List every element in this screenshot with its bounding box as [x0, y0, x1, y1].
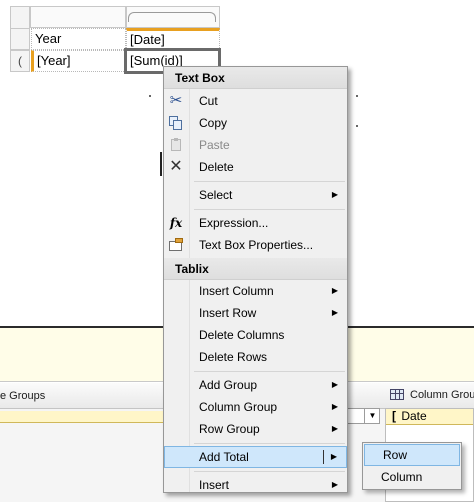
year-label-text: Year [35, 31, 62, 46]
scissors-icon: ✂ [169, 92, 183, 109]
menu-item-label: Copy [199, 116, 228, 130]
column-group-bracket [128, 12, 216, 22]
context-menu-items: Text Box ✂ Cut Copy Paste ✕ Delete Selec… [164, 67, 347, 496]
design-mark [149, 95, 151, 97]
copy-icon [168, 115, 182, 130]
date-field-text: [Date] [130, 32, 165, 47]
submenu-item-label: Column [381, 470, 423, 484]
menu-item-expression[interactable]: fx Expression... [164, 212, 347, 234]
menu-item-insert-row[interactable]: Insert Row ▶ [164, 302, 347, 324]
menu-item-label: Delete [199, 160, 234, 174]
tablix-row-handle-header[interactable] [10, 6, 30, 28]
paste-icon [168, 137, 184, 153]
column-group-item-label: Date [401, 409, 427, 423]
design-mark [356, 95, 358, 97]
menu-item-copy[interactable]: Copy [164, 112, 347, 134]
menu-item-delete-rows[interactable]: Delete Rows [164, 346, 347, 368]
menu-item-textbox-properties[interactable]: Text Box Properties... [164, 234, 347, 256]
design-mark [356, 125, 358, 127]
menu-item-paste[interactable]: Paste [164, 134, 347, 156]
menu-item-label: Insert Row [199, 306, 257, 320]
tablix-column-handle-1[interactable] [30, 6, 126, 28]
design-mark [160, 152, 162, 176]
submenu-arrow-icon: ▶ [330, 452, 337, 461]
menu-item-label: Column Group [199, 400, 278, 414]
menu-item-label: Add Total [199, 450, 249, 464]
textbox-properties-icon [168, 237, 184, 253]
menu-item-label: Row Group [199, 422, 260, 436]
year-field-text: [Year] [37, 53, 71, 68]
submenu-item-column[interactable]: Column [363, 466, 461, 488]
menu-item-column-group[interactable]: Column Group ▶ [164, 396, 347, 418]
menu-item-label: Cut [199, 94, 218, 108]
fx-icon: fx [169, 216, 183, 230]
submenu-arrow-icon: ▶ [331, 424, 338, 433]
submenu-arrow-icon: ▶ [331, 190, 338, 199]
column-groups-label: Column Grou [390, 389, 474, 401]
tablix-row-handle-year[interactable] [10, 28, 30, 50]
section-header-textbox: Text Box [164, 67, 347, 89]
row-handle-glyph: ( [18, 54, 22, 68]
submenu-arrow-icon: ▶ [331, 286, 338, 295]
column-groups-text: Column Grou [410, 389, 474, 401]
menu-item-label: Insert [199, 478, 230, 492]
menu-item-select[interactable]: Select ▶ [164, 184, 347, 206]
submenu-item-label: Row [383, 448, 408, 462]
menu-item-label: Paste [199, 138, 230, 152]
row-groups-label: e Groups [0, 390, 46, 402]
date-field-cell[interactable]: [Date] [126, 28, 220, 50]
delete-icon: ✕ [169, 158, 183, 175]
menu-item-label: Text Box Properties... [199, 238, 314, 252]
add-total-submenu: Row Column [362, 442, 462, 490]
menu-item-label: Insert Column [199, 284, 274, 298]
tablix-row-handle-detail[interactable]: ( [10, 50, 30, 72]
menu-item-label: Add Group [199, 378, 258, 392]
group-bracket-glyph: [ [392, 409, 396, 423]
menu-item-label: Expression... [199, 216, 269, 230]
context-menu: Text Box ✂ Cut Copy Paste ✕ Delete Selec… [163, 66, 348, 493]
menu-item-delete-columns[interactable]: Delete Columns [164, 324, 347, 346]
menu-item-insert-column[interactable]: Insert Column ▶ [164, 280, 347, 302]
year-field-cell[interactable]: [Year] [31, 50, 126, 72]
menu-item-label: Delete Rows [199, 350, 268, 364]
chevron-down-icon[interactable]: ▼ [364, 409, 380, 423]
year-label-cell[interactable]: Year [31, 28, 126, 50]
submenu-arrow-icon: ▶ [331, 480, 338, 489]
menu-item-add-total[interactable]: Add Total ▶ [164, 446, 347, 468]
column-group-item-date[interactable]: [ Date [386, 409, 473, 425]
submenu-arrow-icon: ▶ [331, 402, 338, 411]
split-divider [323, 450, 324, 464]
menu-item-insert[interactable]: Insert ▶ [164, 474, 347, 496]
menu-item-cut[interactable]: ✂ Cut [164, 90, 347, 112]
menu-item-label: Select [199, 188, 233, 202]
submenu-arrow-icon: ▶ [331, 380, 338, 389]
menu-item-row-group[interactable]: Row Group ▶ [164, 418, 347, 440]
section-header-tablix: Tablix [164, 258, 347, 280]
column-groups-icon [390, 389, 404, 400]
menu-item-label: Delete Columns [199, 328, 285, 342]
submenu-item-row[interactable]: Row [364, 444, 460, 466]
menu-item-delete[interactable]: ✕ Delete [164, 156, 347, 178]
submenu-arrow-icon: ▶ [331, 308, 338, 317]
menu-item-add-group[interactable]: Add Group ▶ [164, 374, 347, 396]
